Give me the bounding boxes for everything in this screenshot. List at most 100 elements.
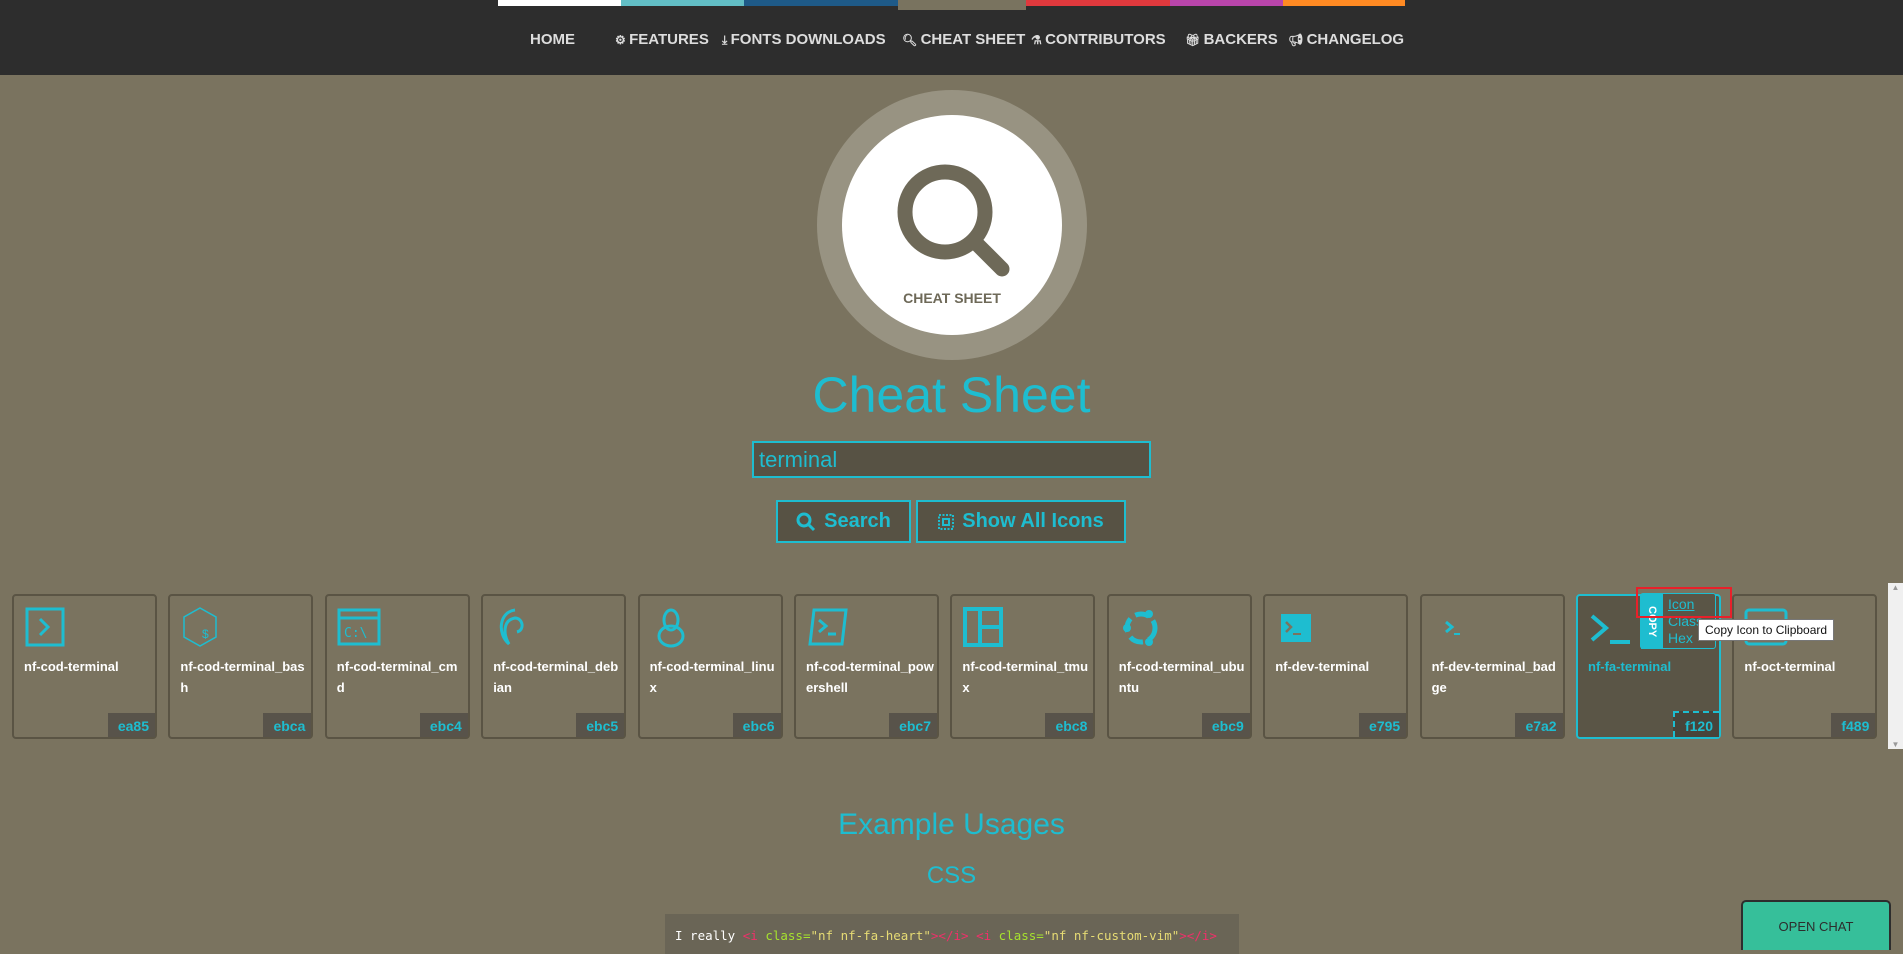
color-strip bbox=[1283, 0, 1405, 6]
icon-hex: ebc6 bbox=[732, 713, 781, 737]
svg-text:$: $ bbox=[202, 627, 209, 641]
nav-label: CHEAT SHEET bbox=[920, 31, 1026, 48]
icon-name: nf-cod-terminal_powershell bbox=[806, 659, 934, 695]
icon-hex: ea85 bbox=[107, 713, 155, 737]
nav-features[interactable]: ⚙ FEATURES bbox=[615, 31, 709, 48]
icon-card[interactable]: nf-oct-terminal f489 bbox=[1732, 594, 1878, 739]
icon-name: nf-dev-terminal_badge bbox=[1431, 659, 1556, 695]
example-usages-heading: Example Usages bbox=[838, 808, 1065, 841]
nav-home[interactable]: HOME bbox=[530, 31, 575, 48]
cheat-sheet-logo: CHEAT SHEET bbox=[817, 90, 1087, 360]
show-all-icons-button[interactable]: Show All Icons bbox=[916, 500, 1126, 543]
color-strip bbox=[744, 0, 898, 6]
icon-name: nf-cod-terminal_debian bbox=[493, 659, 619, 695]
color-strip bbox=[621, 0, 744, 6]
icon-name: nf-cod-terminal_linux bbox=[649, 659, 775, 695]
download-icon: ⤓ bbox=[722, 33, 731, 47]
icon-card[interactable]: C:\ nf-cod-terminal_cmd ebc4 bbox=[324, 594, 470, 739]
color-strip bbox=[898, 0, 1026, 10]
nav-cheat-sheet[interactable]: 🔍︎ CHEAT SHEET bbox=[902, 31, 1025, 48]
show-all-label: Show All Icons bbox=[962, 510, 1104, 532]
icon-card[interactable]: $ nf-cod-terminal_bashebca bbox=[168, 594, 314, 739]
icon-name: nf-cod-terminal bbox=[24, 659, 119, 674]
icon-card[interactable]: nf-cod-terminal_powershell ebc7 bbox=[794, 594, 939, 739]
icon-hex: ebca bbox=[263, 713, 312, 737]
copy-hex-option[interactable]: Hex bbox=[1668, 630, 1693, 646]
nav-label: BACKERS bbox=[1203, 31, 1278, 48]
code-value: "nf nf-fa-heart" bbox=[810, 928, 931, 943]
icon-hex: ebc5 bbox=[576, 713, 625, 737]
nav-label: HOME bbox=[530, 31, 575, 48]
nav-changelog[interactable]: 📢︎ CHANGELOG bbox=[1288, 31, 1404, 48]
open-chat-label: OPEN CHAT bbox=[1778, 918, 1854, 934]
icon-hex: ebc7 bbox=[889, 713, 937, 737]
scrollbar[interactable]: ▲ ▼ bbox=[1888, 583, 1903, 749]
icon-hex: ebc4 bbox=[419, 713, 468, 737]
search-button-label: Search bbox=[824, 510, 891, 532]
icon-hex: e7a2 bbox=[1515, 713, 1563, 737]
cod-terminal_powershell-icon bbox=[808, 608, 848, 646]
cod-terminal_debian-icon bbox=[500, 608, 524, 646]
icon-hex: ebc8 bbox=[1045, 713, 1094, 737]
gift-icon: 🎁︎ bbox=[1185, 33, 1204, 47]
code-tag: <i bbox=[976, 928, 999, 943]
grid-icon bbox=[938, 513, 955, 530]
icon-card[interactable]: nf-cod-terminal ea85 bbox=[12, 594, 157, 739]
color-strip bbox=[1170, 0, 1283, 6]
nav-label: CHANGELOG bbox=[1306, 31, 1405, 48]
icon-name: nf-dev-terminal bbox=[1275, 659, 1370, 674]
nav-label: FEATURES bbox=[629, 31, 709, 48]
svg-text:C:\: C:\ bbox=[344, 626, 367, 641]
fa-terminal-icon bbox=[1590, 614, 1630, 644]
nav-contributors[interactable]: ⚗ CONTRIBUTORS bbox=[1031, 31, 1166, 48]
icon-hex: e795 bbox=[1359, 713, 1407, 737]
search-icon bbox=[796, 512, 816, 531]
bullhorn-icon: 📢︎ bbox=[1288, 33, 1307, 47]
tooltip: Copy Icon to Clipboard bbox=[1698, 619, 1835, 641]
icon-card[interactable]: nf-cod-terminal_linux ebc6 bbox=[637, 594, 783, 739]
dev-terminal_badge-icon bbox=[1444, 620, 1460, 635]
cod-terminal-icon bbox=[25, 607, 65, 647]
code-text: I really bbox=[675, 928, 743, 943]
search-icon: 🔍︎ bbox=[902, 33, 921, 47]
cod-terminal_tmux-icon bbox=[963, 607, 1004, 647]
search-input[interactable] bbox=[752, 441, 1151, 478]
open-chat-button[interactable]: OPEN CHAT bbox=[1741, 900, 1891, 950]
icon-card[interactable]: nf-dev-terminal e795 bbox=[1263, 594, 1409, 739]
code-tag: <i bbox=[742, 928, 766, 943]
icon-name: nf-cod-terminal_ubuntu bbox=[1118, 659, 1245, 695]
nav-label: FONTS DOWNLOADS bbox=[730, 31, 886, 48]
code-value: "nf nf-custom-vim" bbox=[1043, 928, 1180, 943]
cod-terminal_ubuntu-icon bbox=[1122, 610, 1158, 646]
search-button[interactable]: Search bbox=[776, 500, 911, 543]
nav-backers[interactable]: 🎁︎ BACKERS bbox=[1185, 31, 1278, 48]
page-title: Cheat Sheet bbox=[812, 367, 1091, 423]
cod-terminal_cmd-icon: C:\ bbox=[337, 608, 381, 646]
icon-card[interactable]: nf-cod-terminal_tmux ebc8 bbox=[950, 594, 1096, 739]
highlight-box bbox=[1636, 587, 1732, 618]
code-sample: I really <i class="nf nf-fa-heart"></i> … bbox=[665, 914, 1239, 954]
cod-terminal_linux-icon bbox=[657, 608, 685, 648]
icon-hex: ebc9 bbox=[1201, 713, 1250, 737]
icon-card[interactable]: nf-cod-terminal_debian ebc5 bbox=[481, 594, 627, 739]
cod-terminal_bash-icon: $ bbox=[183, 607, 218, 647]
flask-icon: ⚗ bbox=[1031, 33, 1046, 47]
logo-label: CHEAT SHEET bbox=[903, 290, 1001, 306]
code-tag: ></i> bbox=[930, 928, 969, 943]
nav-fonts-downloads[interactable]: ⤓ FONTS DOWNLOADS bbox=[722, 31, 886, 48]
nav-label: CONTRIBUTORS bbox=[1045, 31, 1166, 48]
icon-card[interactable]: nf-dev-terminal_badge e7a2 bbox=[1419, 594, 1565, 739]
icon-name: nf-cod-terminal_bash bbox=[180, 659, 305, 695]
icon-hex: f489 bbox=[1831, 713, 1876, 737]
code-attr: class= bbox=[765, 928, 811, 943]
dev-terminal-icon bbox=[1281, 614, 1312, 642]
icon-name: nf-oct-terminal bbox=[1744, 659, 1836, 674]
color-strip bbox=[498, 0, 621, 6]
icon-name: nf-cod-terminal_cmd bbox=[336, 659, 458, 695]
color-strip bbox=[1026, 0, 1170, 6]
icon-name: nf-cod-terminal_tmux bbox=[962, 659, 1089, 695]
icon-card[interactable]: nf-cod-terminal_ubuntu ebc9 bbox=[1106, 594, 1252, 739]
icon-hex: f120 bbox=[1672, 711, 1719, 737]
code-attr: class= bbox=[998, 928, 1044, 943]
cogs-icon: ⚙ bbox=[615, 33, 630, 47]
